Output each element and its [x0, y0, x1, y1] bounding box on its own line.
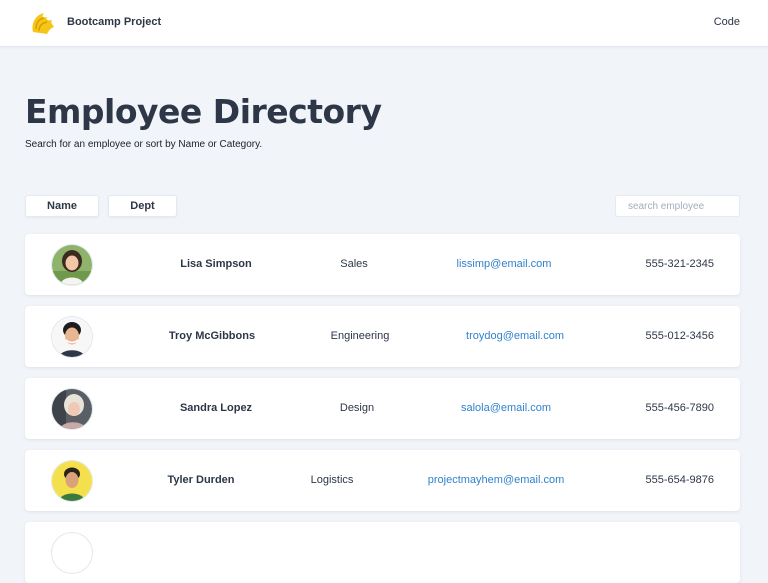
employee-email-link[interactable]: lissimp@email.com: [457, 234, 552, 295]
employee-row[interactable]: [25, 522, 740, 583]
employee-row[interactable]: Lisa Simpson Sales lissimp@email.com 555…: [25, 234, 740, 295]
page-title: Employee Directory: [25, 92, 382, 131]
employee-dept: Sales: [340, 258, 368, 270]
knight-helmet-logo-icon[interactable]: [27, 8, 57, 38]
employee-phone: 555-321-2345: [645, 258, 714, 270]
employee-name: Tyler Durden: [167, 474, 235, 486]
employee-row[interactable]: Tyler Durden Logistics projectmayhem@ema…: [25, 450, 740, 511]
employee-row[interactable]: Troy McGibbons Engineering troydog@email…: [25, 306, 740, 367]
employee-name: Sandra Lopez: [179, 402, 253, 414]
avatar: [51, 244, 93, 286]
employee-email-link[interactable]: projectmayhem@email.com: [428, 450, 565, 511]
avatar: [51, 316, 93, 358]
sort-by-name-button[interactable]: Name: [25, 195, 99, 217]
employee-dept: Logistics: [310, 474, 354, 486]
employee-email-link[interactable]: salola@email.com: [461, 378, 551, 439]
employee-row[interactable]: Sandra Lopez Design salola@email.com 555…: [25, 378, 740, 439]
employee-name: Lisa Simpson: [180, 258, 252, 270]
employee-phone: 555-012-3456: [645, 330, 714, 342]
employee-email-link[interactable]: troydog@email.com: [466, 306, 564, 367]
search-input[interactable]: [615, 195, 740, 217]
employee-phone: 555-654-9876: [645, 474, 714, 486]
page-subtitle: Search for an employee or sort by Name o…: [25, 139, 263, 150]
employee-dept: Design: [339, 402, 375, 414]
employee-phone: 555-456-7890: [645, 402, 714, 414]
employee-name: Troy McGibbons: [168, 330, 256, 342]
code-link[interactable]: Code: [714, 16, 740, 28]
avatar: [51, 460, 93, 502]
employee-dept: Engineering: [330, 330, 390, 342]
sort-by-dept-button[interactable]: Dept: [108, 195, 177, 217]
brand-name[interactable]: Bootcamp Project: [67, 16, 161, 28]
avatar: [51, 388, 93, 430]
avatar: [51, 532, 93, 574]
top-navbar: Bootcamp Project Code: [0, 0, 768, 47]
